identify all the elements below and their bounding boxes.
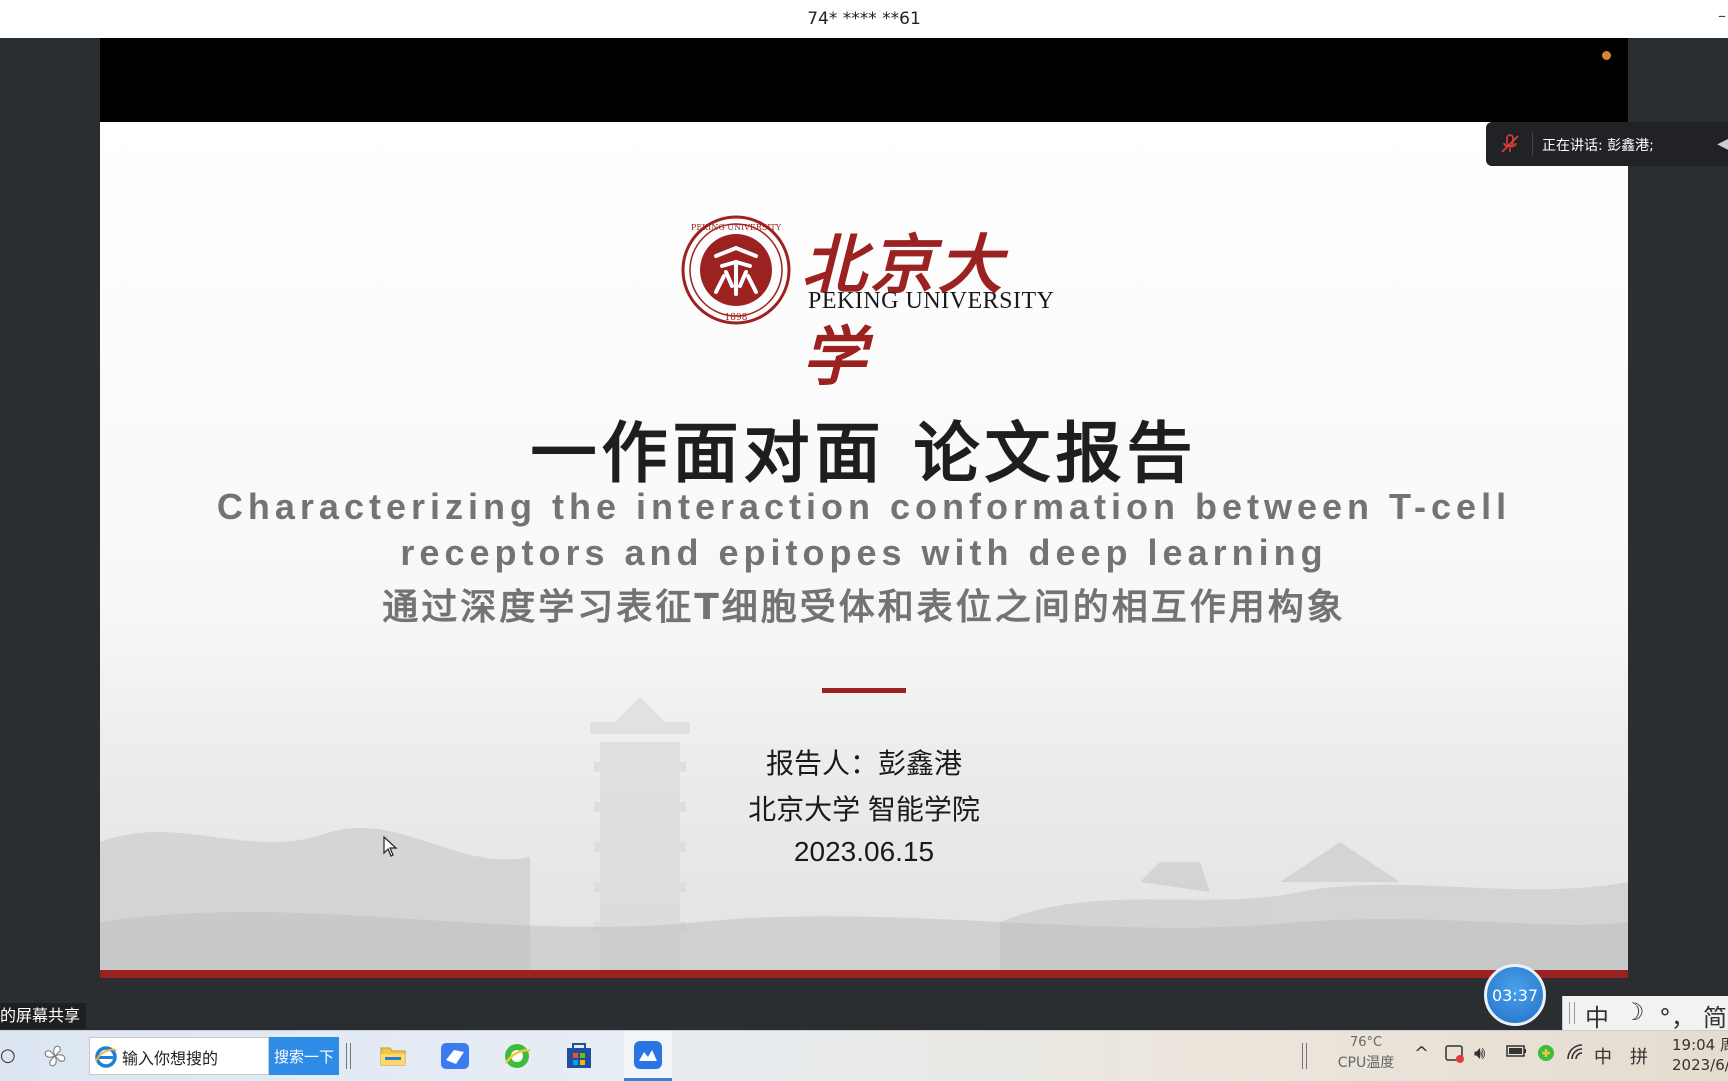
slide-title: 一作面对面 论文报告 [530,415,1198,492]
clock-date: 2023/6/ [1672,1056,1728,1074]
ime-script-toggle[interactable]: 简 [1703,998,1727,1033]
ime-language-toggle[interactable]: 中 [1585,998,1609,1033]
moon-icon[interactable]: ☽ [1623,998,1645,1026]
security-icon[interactable] [1444,1043,1466,1070]
seal-text: PEKING UNIVERSITY [691,223,782,232]
shared-screen-view: PEKING UNIVERSITY 1898 北京大学 PEKING UNIVE… [100,38,1628,978]
taskbar: ○ 搜索一下 [0,1030,1728,1081]
speaking-label: 正在讲话: 彭鑫港; [1542,138,1654,154]
taskbar-divider [346,1043,351,1069]
search-button[interactable]: 搜索一下 [269,1037,339,1075]
meeting-app-button[interactable] [624,1031,672,1081]
status-indicator-dot [1602,51,1611,60]
presenter-institution: 北京大学 智能学院 [748,794,980,825]
cpu-temperature-label: CPU温度 [1337,1055,1395,1071]
network-status-icon[interactable] [1536,1043,1556,1068]
microsoft-store-icon[interactable] [560,1037,598,1075]
mouse-cursor-icon [383,836,398,857]
pinwheel-app-icon[interactable] [36,1037,74,1075]
paper-title-en-line1: Characterizing the interaction conformat… [216,486,1512,527]
chevron-up-icon[interactable]: ^ [1414,1043,1429,1064]
taskbar-clock[interactable]: 19:04 周 2023/6/ [1672,1035,1728,1075]
cpu-temperature: 76°C [1349,1035,1383,1050]
muted-mic-icon[interactable] [1500,133,1520,155]
seal-year: 1898 [725,313,748,323]
clock-time: 19:04 周 [1672,1036,1728,1054]
feishu-icon[interactable] [436,1037,474,1075]
taskbar-search[interactable] [89,1037,269,1075]
battery-icon[interactable] [1506,1043,1528,1064]
ime-drag-handle[interactable] [1569,1002,1575,1024]
ie-browser-icon [95,1046,117,1068]
taskbar-divider-right [1302,1043,1307,1069]
file-explorer-icon[interactable] [374,1037,412,1075]
screen-share-caption: 的屏幕共享 [0,1003,87,1029]
presentation-date: 2023.06.15 [793,836,935,867]
shared-screen-area: PEKING UNIVERSITY 1898 北京大学 PEKING UNIVE… [0,38,1728,1030]
speaking-separator [1532,132,1533,156]
meeting-timer[interactable]: 03:37 [1484,964,1546,1026]
ime-toolbar[interactable]: 中 ☽ °， 简 [1562,996,1728,1033]
paper-title-cn: 通过深度学习表征T细胞受体和表位之间的相互作用构象 [382,587,1346,628]
cpu-temperature-widget[interactable]: 76°C CPU温度 [1336,1035,1396,1072]
paper-title-en-line2: receptors and epitopes with deep learnin… [400,532,1328,573]
title-divider [822,688,906,693]
browser-360-icon[interactable] [498,1037,536,1075]
minimize-icon[interactable]: – [1718,6,1726,25]
window-title-bar[interactable]: 74* **** **61 – [0,0,1728,39]
slide-footer-bar [100,970,1628,978]
ime-punctuation-toggle[interactable]: °， [1659,998,1695,1033]
university-name-en: PEKING UNIVERSITY [808,288,1055,314]
ime-pinyin-indicator[interactable]: 拼 [1630,1043,1648,1069]
pku-seal-icon: PEKING UNIVERSITY 1898 [681,215,791,325]
presenter-name: 报告人：彭鑫港 [765,748,962,779]
peking-university-logo: PEKING UNIVERSITY 1898 北京大学 PEKING UNIVE… [680,214,1060,395]
speaking-indicator[interactable]: 正在讲话: 彭鑫港; ◀ [1486,122,1728,166]
start-edge-icon[interactable]: ○ [0,1045,16,1066]
presentation-slide: PEKING UNIVERSITY 1898 北京大学 PEKING UNIVE… [100,122,1628,978]
collapse-arrow-icon[interactable]: ◀ [1717,136,1728,152]
search-input[interactable] [120,1044,269,1070]
window-title: 74* **** **61 [807,9,921,29]
volume-icon[interactable]: 🔊︎ [1474,1043,1485,1064]
meeting-app-icon [634,1041,662,1069]
ime-mode-indicator[interactable]: 中 [1594,1043,1612,1069]
wifi-icon[interactable] [1566,1043,1586,1068]
